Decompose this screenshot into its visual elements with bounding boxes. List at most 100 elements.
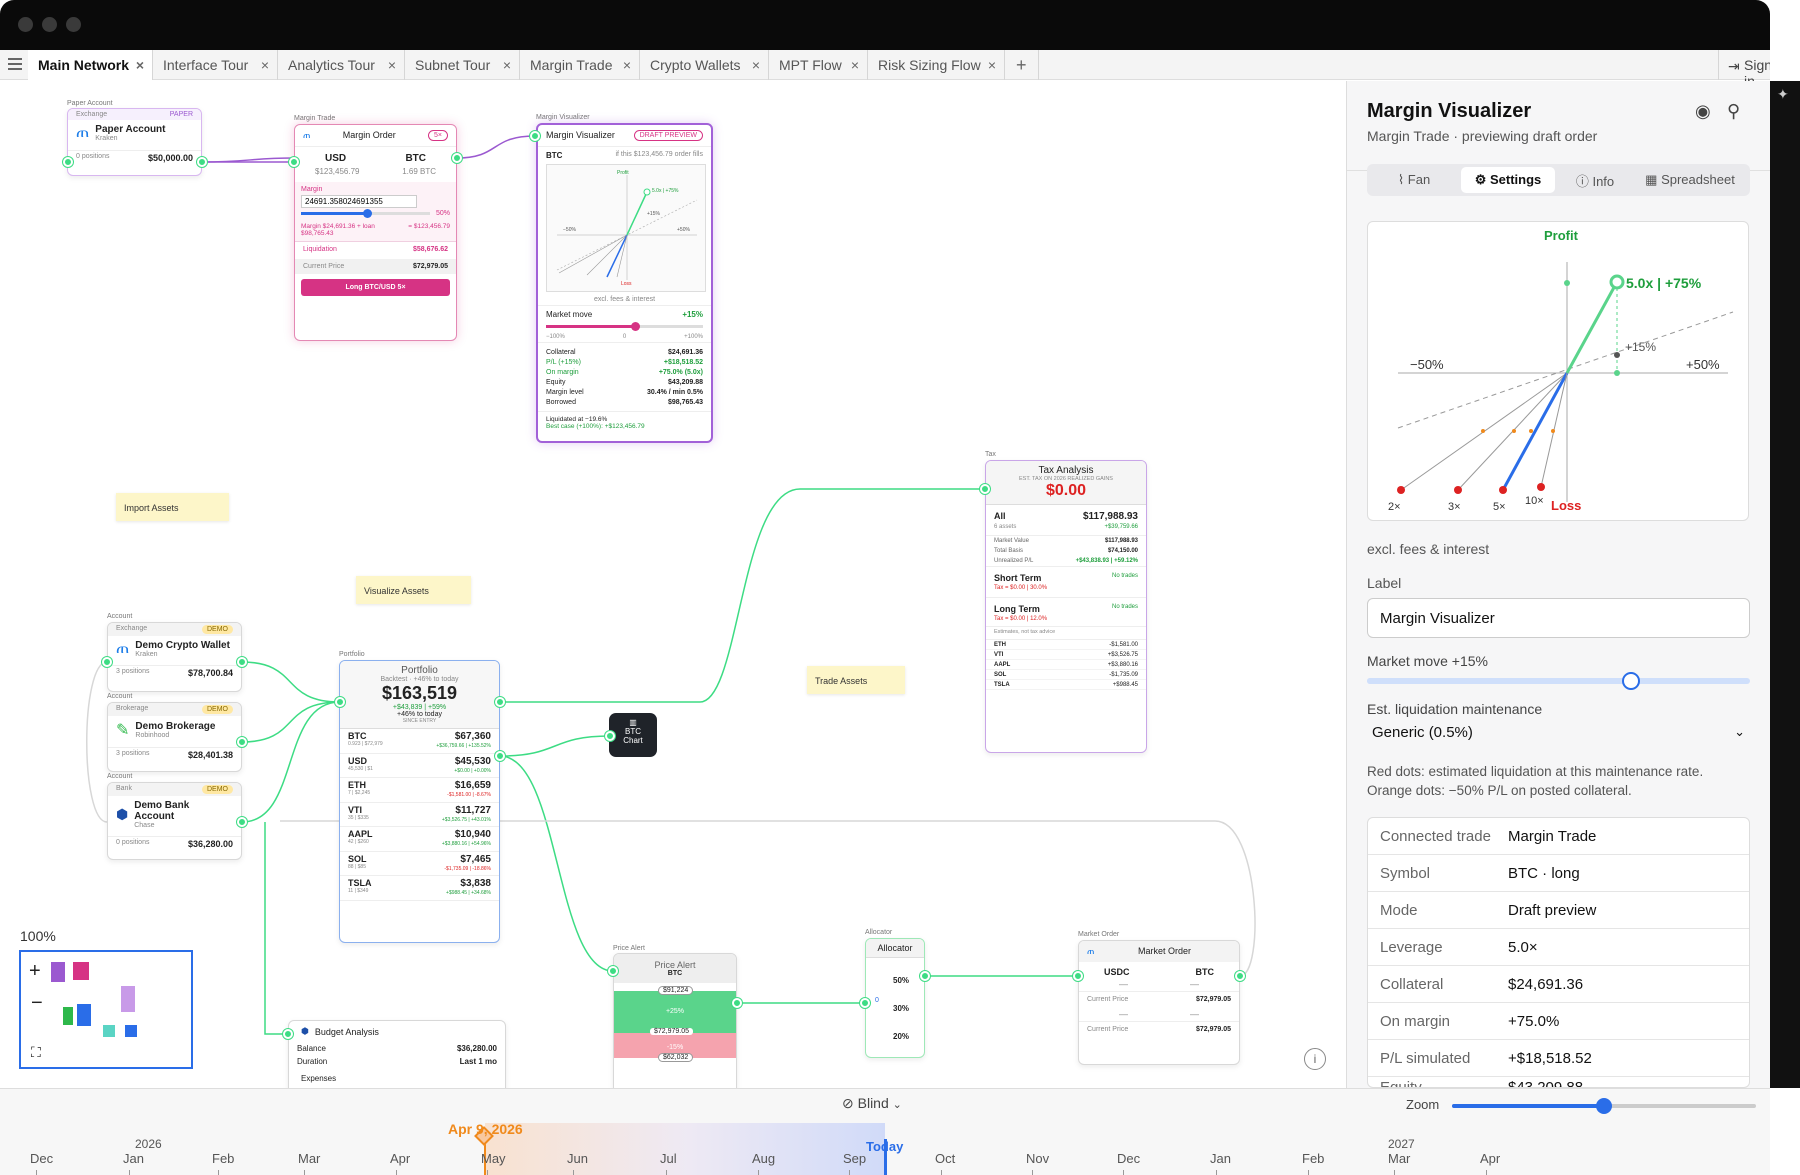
minimize-window-button[interactable]	[42, 17, 57, 32]
sign-in-icon[interactable]: ⇥	[1728, 58, 1740, 75]
margin-slider[interactable]	[301, 209, 430, 218]
close-tab-icon[interactable]: ×	[623, 50, 631, 80]
tab-settings[interactable]: ⚙ Settings	[1461, 167, 1555, 193]
close-tab-icon[interactable]: ×	[752, 50, 760, 80]
connection-handle[interactable]	[452, 153, 462, 163]
close-tab-icon[interactable]: ×	[851, 50, 859, 80]
connection-handle[interactable]	[197, 157, 207, 167]
tab-mpt-flow[interactable]: MPT Flow ×	[769, 50, 868, 80]
tab-risk-sizing-flow[interactable]: Risk Sizing Flow ×	[868, 50, 1005, 80]
connection-handle[interactable]	[980, 484, 990, 494]
connection-handle[interactable]	[1073, 971, 1083, 981]
connection-handle[interactable]	[237, 657, 247, 667]
connection-handle[interactable]	[237, 737, 247, 747]
connection-handle[interactable]	[732, 998, 742, 1008]
visualize-assets-note[interactable]: Visualize Assets	[356, 576, 471, 604]
slider-thumb[interactable]	[1622, 672, 1641, 690]
close-tab-icon[interactable]: ×	[988, 50, 996, 80]
market-order-node[interactable]: ጠ Market Order USDC BTC — — Current Price $7…	[1078, 940, 1240, 1065]
stat-value: $24,691.36	[667, 348, 703, 356]
tab-analytics-tour[interactable]: Analytics Tour ×	[278, 50, 405, 80]
btc-chart-node[interactable]: ▥ BTC Chart	[609, 713, 657, 757]
menu-icon[interactable]	[8, 58, 22, 70]
close-tab-icon[interactable]: ×	[388, 50, 396, 80]
tax-asset-value: +$3,526.75	[1107, 651, 1138, 658]
liquidation-select[interactable]: Generic (0.5%) ⌄	[1367, 721, 1750, 751]
price-alert-node[interactable]: Price Alert BTC +25% -15% $91,224 $72,979…	[613, 953, 737, 1088]
long-order-button[interactable]: Long BTC/USD 5×	[301, 279, 450, 296]
portfolio-asset-row[interactable]: USD 45,530 | $1 $45,530 +$0.00 | +0.00%	[340, 754, 499, 778]
connection-handle[interactable]	[335, 697, 345, 707]
blind-toggle[interactable]: ⊘ Blind ⌄	[842, 1095, 902, 1112]
minimap[interactable]: + − ⛶	[19, 950, 193, 1069]
eye-icon[interactable]: ◉	[1695, 101, 1711, 122]
tab-spreadsheet[interactable]: ▦ Spreadsheet	[1635, 172, 1745, 188]
connection-handle[interactable]	[63, 157, 73, 167]
tab-margin-trade[interactable]: Margin Trade ×	[520, 50, 640, 80]
brokerage-node[interactable]: Brokerage DEMO ✎ Demo Brokerage Robinhood 3…	[107, 702, 242, 772]
timeline[interactable]: ⊘ Blind ⌄ Zoom Apr 9, 2026 Today 2026 20…	[0, 1088, 1770, 1175]
connection-handle[interactable]	[289, 157, 299, 167]
close-tab-icon[interactable]: ×	[503, 50, 511, 80]
network-canvas[interactable]: Paper Account Exchange PAPER ጠ Paper Acco…	[0, 81, 1345, 1088]
label-input[interactable]	[1367, 598, 1750, 638]
lower-price[interactable]: $62,032	[658, 1053, 694, 1062]
crypto-wallet-node[interactable]: Exchange DEMO ጠ Demo Crypto Wallet Kraken 3…	[107, 622, 242, 692]
import-assets-note[interactable]: Import Assets	[116, 493, 229, 521]
portfolio-node[interactable]: Portfolio Backtest · +46% to today $163,…	[339, 660, 500, 943]
paper-account-node[interactable]: Exchange PAPER ጠ Paper Account Kraken 0 po…	[67, 108, 202, 176]
portfolio-asset-row[interactable]: ETH 7 | $2,245 $16,659 -$1,581.00 | -8.67%	[340, 778, 499, 803]
tab-label: Fan	[1407, 172, 1431, 187]
close-tab-icon[interactable]: ×	[261, 50, 269, 80]
upper-price[interactable]: $91,224	[658, 986, 694, 995]
fit-view-icon[interactable]: ⛶	[31, 1044, 41, 1061]
budget-analysis-node[interactable]: ⬢ Budget Analysis Balance $36,280.00 Durat…	[288, 1020, 506, 1088]
trade-assets-note[interactable]: Trade Assets	[807, 666, 905, 694]
add-tab-button[interactable]: +	[1005, 50, 1039, 80]
allocation-20[interactable]: 20%	[893, 1023, 909, 1051]
zoom-slider[interactable]	[1452, 1098, 1756, 1114]
connection-handle[interactable]	[1235, 971, 1245, 981]
portfolio-asset-row[interactable]: BTC 0.923 | $72,979 $67,360 +$36,759.66 | +…	[340, 729, 499, 754]
close-window-button[interactable]	[18, 17, 33, 32]
connection-handle[interactable]	[608, 966, 618, 976]
tab-crypto-wallets[interactable]: Crypto Wallets ×	[640, 50, 769, 80]
tab-subnet-tour[interactable]: Subnet Tour ×	[405, 50, 520, 80]
connection-handle[interactable]	[237, 817, 247, 827]
zoom-in-icon[interactable]: +	[29, 960, 41, 983]
portfolio-asset-row[interactable]: VTI 35 | $335 $11,727 +$3,526.75 | +43.01%	[340, 803, 499, 827]
connection-handle[interactable]	[495, 751, 505, 761]
tab-info[interactable]: ⓘ Info	[1555, 171, 1635, 190]
slider-thumb[interactable]	[1596, 1098, 1612, 1114]
tab-main-network[interactable]: Main Network ×	[28, 50, 153, 80]
tax-analysis-node[interactable]: Tax Analysis EST. TAX ON 2026 REALIZED G…	[985, 460, 1147, 753]
connection-handle[interactable]	[530, 131, 540, 141]
zoom-out-icon[interactable]: −	[31, 992, 43, 1015]
market-move-slider[interactable]	[1367, 672, 1750, 690]
detail-row: Leverage 5.0×	[1368, 929, 1749, 966]
margin-input[interactable]	[301, 195, 417, 208]
connection-handle[interactable]	[495, 697, 505, 707]
connection-handle[interactable]	[860, 998, 870, 1008]
portfolio-asset-row[interactable]: TSLA 11 | $349 $3,838 +$988.45 | +34.68%	[340, 876, 499, 901]
connection-handle[interactable]	[283, 1029, 293, 1039]
info-icon[interactable]: i	[1304, 1048, 1326, 1070]
allocation-50[interactable]: 50%	[893, 967, 909, 995]
tab-interface-tour[interactable]: Interface Tour ×	[153, 50, 278, 80]
bank-account-node[interactable]: Bank DEMO ⬢ Demo Bank Account Chase 0 posit…	[107, 782, 242, 860]
pin-icon[interactable]: ⚲	[1727, 101, 1740, 122]
margin-order-node[interactable]: ጠ Margin Order 5× USD BTC $123,456.79 1.69 B…	[294, 124, 457, 341]
connection-handle[interactable]	[102, 657, 112, 667]
tab-fan[interactable]: ⌇ Fan	[1367, 172, 1461, 188]
allocator-node[interactable]: Allocator 0 50% 30% 20%	[865, 938, 925, 1058]
allocation-30[interactable]: 30%	[893, 995, 909, 1023]
portfolio-asset-row[interactable]: SOL 88 | $85 $7,465 -$1,735.09 | -18.86%	[340, 852, 499, 876]
maximize-window-button[interactable]	[66, 17, 81, 32]
portfolio-asset-row[interactable]: AAPL 42 | $260 $10,940 +$3,880.16 | +54.96%	[340, 827, 499, 852]
connection-handle[interactable]	[920, 971, 930, 981]
close-tab-icon[interactable]: ×	[136, 50, 144, 80]
margin-visualizer-node[interactable]: Margin Visualizer DRAFT PREVIEW BTC if thi…	[536, 123, 713, 443]
connection-handle[interactable]	[605, 731, 615, 741]
sparkle-icon[interactable]: ✦	[1777, 86, 1789, 103]
market-move-slider[interactable]	[546, 322, 703, 331]
